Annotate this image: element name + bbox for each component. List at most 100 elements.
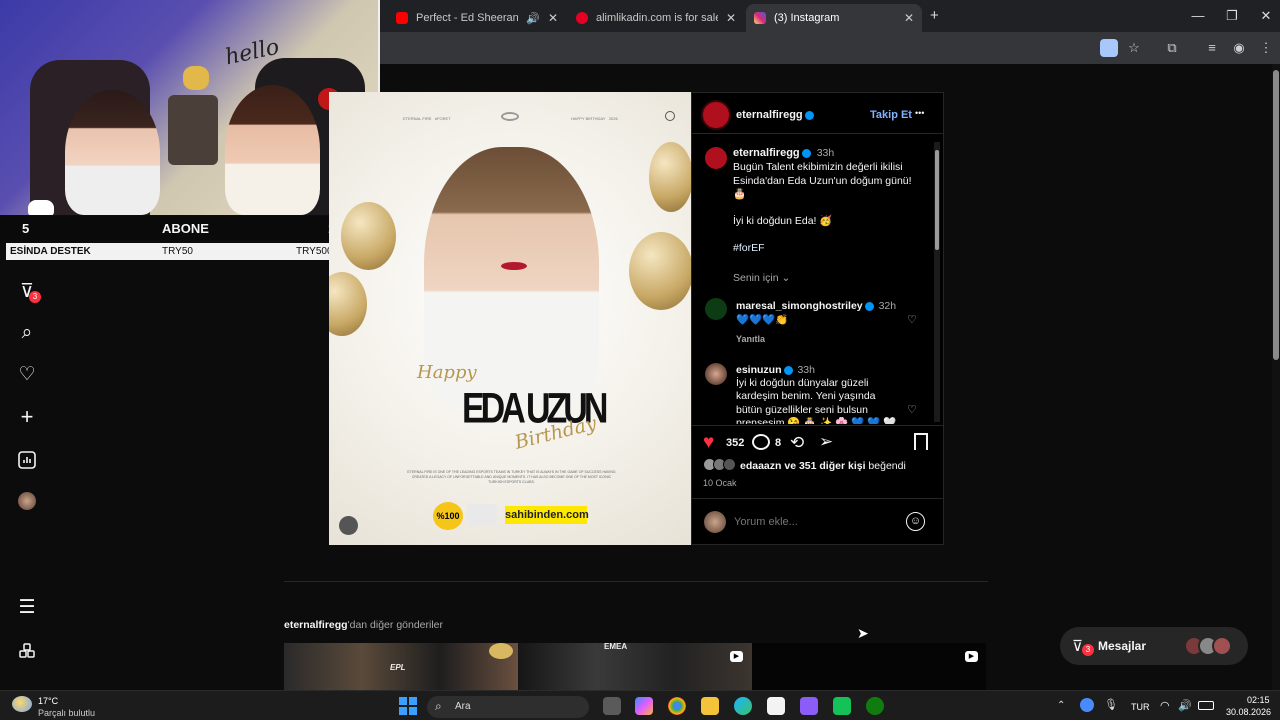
new-tab-button[interactable]: + — [930, 7, 939, 24]
language-indicator[interactable]: TUR — [1131, 702, 1150, 712]
for-you-dropdown[interactable]: Senin için ⌄ — [733, 272, 790, 284]
verified-icon — [783, 365, 793, 375]
share-send-icon[interactable]: ➢ — [819, 432, 833, 452]
tab-close-icon[interactable]: ✕ — [726, 11, 736, 25]
emoji-picker-icon[interactable]: ☺ — [906, 512, 925, 531]
save-bookmark-icon[interactable] — [914, 433, 928, 450]
post-thumbnail[interactable]: EPL — [284, 643, 518, 690]
close-window-button[interactable]: ✕ — [1256, 8, 1276, 24]
profile-icon[interactable]: ◉ — [1231, 40, 1247, 56]
microphone-icon[interactable]: 🎙 — [1104, 698, 1118, 711]
post-date: 10 Ocak — [703, 478, 737, 488]
store-icon[interactable] — [767, 697, 785, 715]
subscriber-goal-bar: 5 ABONE 111 — [0, 216, 352, 240]
reply-button[interactable]: Yanıtla — [736, 334, 765, 344]
streamer-left — [65, 90, 160, 215]
liked-by-avatars[interactable] — [703, 458, 737, 471]
more-options-icon[interactable]: ••• — [915, 108, 924, 118]
battery-icon[interactable] — [1198, 701, 1214, 710]
app-icon[interactable] — [833, 697, 851, 715]
comment-avatar[interactable] — [705, 298, 727, 320]
messages-badge: 3 — [1082, 644, 1094, 656]
tab-instagram[interactable]: (3) Instagram ✕ — [746, 4, 922, 32]
image-brand: ETERNAL FIRE — [403, 116, 432, 121]
apps-icon[interactable] — [16, 640, 38, 662]
comments-scroll-thumb[interactable] — [935, 150, 939, 250]
repost-icon[interactable]: ⟲ — [790, 433, 804, 453]
tab-close-icon[interactable]: ✕ — [548, 11, 558, 25]
volume-icon[interactable]: 🔊 — [1178, 699, 1192, 712]
insights-icon[interactable] — [16, 449, 38, 471]
author-username[interactable]: eternalfiregg — [736, 109, 814, 121]
tray-app-icon[interactable] — [1080, 698, 1094, 712]
comment-username[interactable]: esinuzun — [736, 364, 782, 376]
comment-like-icon[interactable]: ♡ — [907, 403, 917, 416]
audio-icon[interactable]: 🔊 — [526, 12, 540, 25]
wifi-icon[interactable]: ◠ — [1160, 699, 1170, 712]
caption-avatar[interactable] — [705, 147, 727, 169]
post-thumbnail[interactable]: EMEA ▶ — [518, 643, 752, 690]
cat-ears-icon — [28, 200, 54, 215]
author-avatar[interactable] — [701, 100, 731, 130]
tagged-user-icon[interactable] — [339, 516, 358, 535]
bookmark-star-icon[interactable]: ☆ — [1126, 40, 1142, 56]
caption-hashtag[interactable]: #forEF — [733, 242, 765, 256]
chrome-icon[interactable] — [668, 697, 686, 715]
comment-icon[interactable] — [752, 434, 770, 450]
tab-youtube[interactable]: Perfect - Ed Sheeran (Lyrics) 🔊 ✕ — [388, 4, 566, 32]
comment-like-icon[interactable]: ♡ — [907, 313, 917, 326]
more-posts-heading: eternalfiregg'dan diğer gönderiler — [284, 619, 443, 631]
liked-by-user[interactable]: edaaazn — [740, 460, 781, 472]
more-posts-username[interactable]: eternalfiregg — [284, 619, 348, 631]
copilot-icon[interactable] — [635, 697, 653, 715]
app-icon[interactable] — [800, 697, 818, 715]
image-header-right: HAPPY BIRTHDAY 2026 — [571, 116, 618, 121]
extensions-icon[interactable]: ⧉ — [1164, 40, 1180, 56]
taskbar-search[interactable]: ⌕ Ara — [427, 696, 589, 718]
verified-icon — [804, 110, 814, 120]
heart-icon[interactable]: ♡ — [16, 364, 38, 386]
edge-icon[interactable] — [734, 697, 752, 715]
follow-button[interactable]: Takip Et — [870, 109, 912, 121]
clock-time[interactable]: 02:15 — [1247, 695, 1270, 705]
search-icon[interactable]: ⌕ — [16, 322, 38, 344]
divider — [692, 498, 943, 499]
plus-icon[interactable]: + — [16, 406, 38, 428]
current-user-avatar — [704, 511, 726, 533]
for-you-label[interactable]: Senin için — [733, 272, 779, 284]
maximize-button[interactable]: ❐ — [1222, 8, 1242, 24]
weather-icon[interactable] — [12, 696, 32, 712]
messages-icon: ⊽ — [1072, 638, 1083, 655]
streamer-right — [225, 85, 320, 215]
author-username-text[interactable]: eternalfiregg — [736, 109, 803, 121]
weather-desc[interactable]: Parçalı bulutlu — [38, 708, 95, 718]
like-heart-icon[interactable]: ♥ — [703, 432, 714, 454]
browser-menu-icon[interactable]: ⋮ — [1258, 40, 1274, 56]
file-explorer-icon[interactable] — [701, 697, 719, 715]
post-image[interactable]: ETERNAL FIRE #FORET HAPPY BIRTHDAY 2026 … — [329, 92, 691, 545]
tab-pinterest[interactable]: alimlikadin.com is for sale! Che ✕ — [568, 4, 744, 32]
tab-title: (3) Instagram — [774, 12, 840, 24]
caption-username[interactable]: eternalfiregg — [733, 147, 800, 159]
task-view-icon[interactable] — [603, 697, 621, 715]
liked-by-rest[interactable]: ve 351 diğer kişi — [784, 460, 865, 472]
post-thumbnail[interactable]: ▶ — [752, 643, 986, 690]
tab-close-icon[interactable]: ✕ — [904, 11, 914, 25]
media-control-icon[interactable]: ≡ — [1204, 40, 1220, 56]
cast-icon[interactable] — [1100, 39, 1118, 57]
minimize-button[interactable]: — — [1188, 8, 1208, 23]
tray-chevron-icon[interactable]: ⌃ — [1057, 700, 1065, 711]
wall-frame — [168, 95, 218, 165]
comment-username[interactable]: maresal_simonghostriley — [736, 300, 863, 312]
weather-temp[interactable]: 17°C — [38, 696, 58, 706]
clock-date[interactable]: 30.08.2026 — [1226, 707, 1271, 717]
comment-avatar[interactable] — [705, 363, 727, 385]
windows-start-icon[interactable] — [399, 697, 417, 715]
profile-avatar[interactable] — [18, 492, 36, 510]
comment-text-line: kardeşim benim. Yeni yaşında — [736, 390, 876, 402]
comment-input[interactable] — [734, 512, 894, 532]
menu-icon[interactable]: ☰ — [16, 597, 38, 619]
messages-button[interactable]: ⊽ 3 Mesajlar — [1060, 627, 1248, 665]
scrollbar-thumb[interactable] — [1273, 70, 1279, 360]
xbox-icon[interactable] — [866, 697, 884, 715]
